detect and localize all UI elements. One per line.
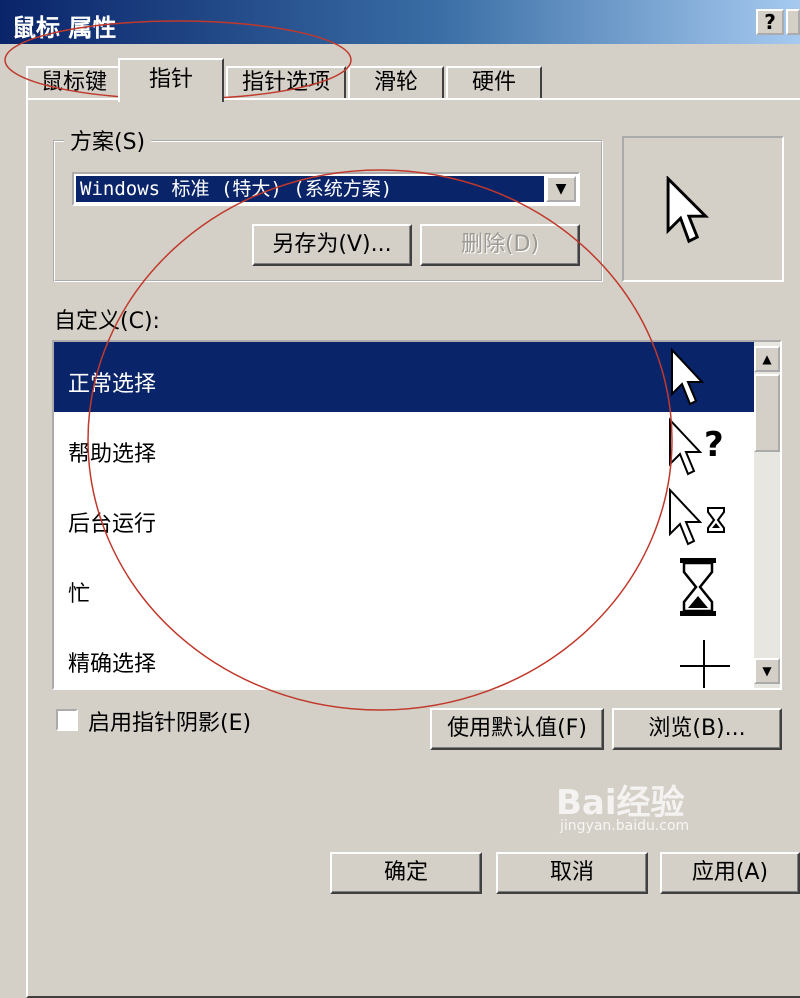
ok-button[interactable]: 确定	[330, 852, 482, 894]
cancel-button[interactable]: 取消	[496, 852, 648, 894]
tab-hardware[interactable]: 硬件	[446, 66, 542, 98]
svg-text:?: ?	[704, 425, 724, 465]
chevron-down-icon: ▼	[555, 181, 567, 197]
tab-pointers[interactable]: 指针	[118, 58, 224, 102]
use-default-button[interactable]: 使用默认值(F)	[430, 708, 604, 750]
close-button[interactable]	[786, 9, 800, 35]
crosshair-icon	[680, 640, 730, 688]
delete-button[interactable]: 删除(D)	[420, 224, 580, 266]
chevron-down-icon: ▼	[762, 664, 772, 678]
list-item[interactable]: 正常选择	[54, 342, 754, 412]
title-bar: 鼠标 属性 ?	[0, 0, 800, 44]
shadow-checkbox-label: 启用指针阴影(E)	[88, 711, 252, 736]
help-icon: ?	[764, 10, 776, 34]
save-as-button[interactable]: 另存为(V)...	[252, 224, 412, 266]
scheme-value: Windows 标准 (特大) (系统方案)	[76, 176, 544, 202]
apply-button[interactable]: 应用(A)	[660, 852, 800, 894]
scheme-select[interactable]: Windows 标准 (特大) (系统方案) ▼	[72, 172, 580, 206]
dropdown-button[interactable]: ▼	[546, 176, 576, 202]
scheme-label: 方案(S)	[64, 124, 152, 156]
list-item[interactable]: 后台运行	[54, 482, 754, 552]
list-item[interactable]: 忙	[54, 552, 754, 622]
tab-wheel[interactable]: 滑轮	[348, 66, 444, 98]
list-item-label: 帮助选择	[68, 442, 157, 467]
cursor-preview	[622, 136, 784, 282]
chevron-up-icon: ▲	[762, 352, 772, 366]
list-item[interactable]: 帮助选择 ?	[54, 412, 754, 482]
scroll-down-button[interactable]: ▼	[754, 658, 780, 684]
browse-button[interactable]: 浏览(B)...	[612, 708, 782, 750]
scroll-thumb[interactable]	[754, 374, 780, 452]
customize-label: 自定义(C):	[54, 309, 160, 334]
list-item-label: 后台运行	[68, 512, 157, 537]
cursor-list[interactable]: 正常选择 帮助选择 ? 后台运行 忙 精确选择 ▲ ▼	[52, 340, 782, 690]
list-item-label: 精确选择	[68, 652, 157, 677]
scrollbar[interactable]: ▲ ▼	[754, 342, 780, 688]
list-item-label: 正常选择	[68, 372, 157, 397]
help-button[interactable]: ?	[756, 9, 784, 35]
arrow-cursor-icon	[671, 347, 705, 406]
window-title: 鼠标 属性	[12, 14, 117, 42]
list-item[interactable]: 精确选择	[54, 622, 754, 688]
shadow-checkbox[interactable]	[56, 709, 78, 731]
tab-mouse-buttons[interactable]: 鼠标键	[26, 66, 122, 98]
scroll-up-button[interactable]: ▲	[754, 346, 780, 372]
arrow-cursor-icon	[666, 176, 710, 244]
watermark-sub: jingyan.baidu.com	[560, 818, 690, 834]
watermark: Bai经验	[556, 783, 685, 823]
help-cursor-icon: ?	[669, 417, 724, 476]
working-cursor-icon	[669, 487, 725, 546]
list-item-label: 忙	[68, 582, 91, 607]
hourglass-icon	[680, 558, 716, 616]
tab-pointer-options[interactable]: 指针选项	[226, 66, 346, 98]
